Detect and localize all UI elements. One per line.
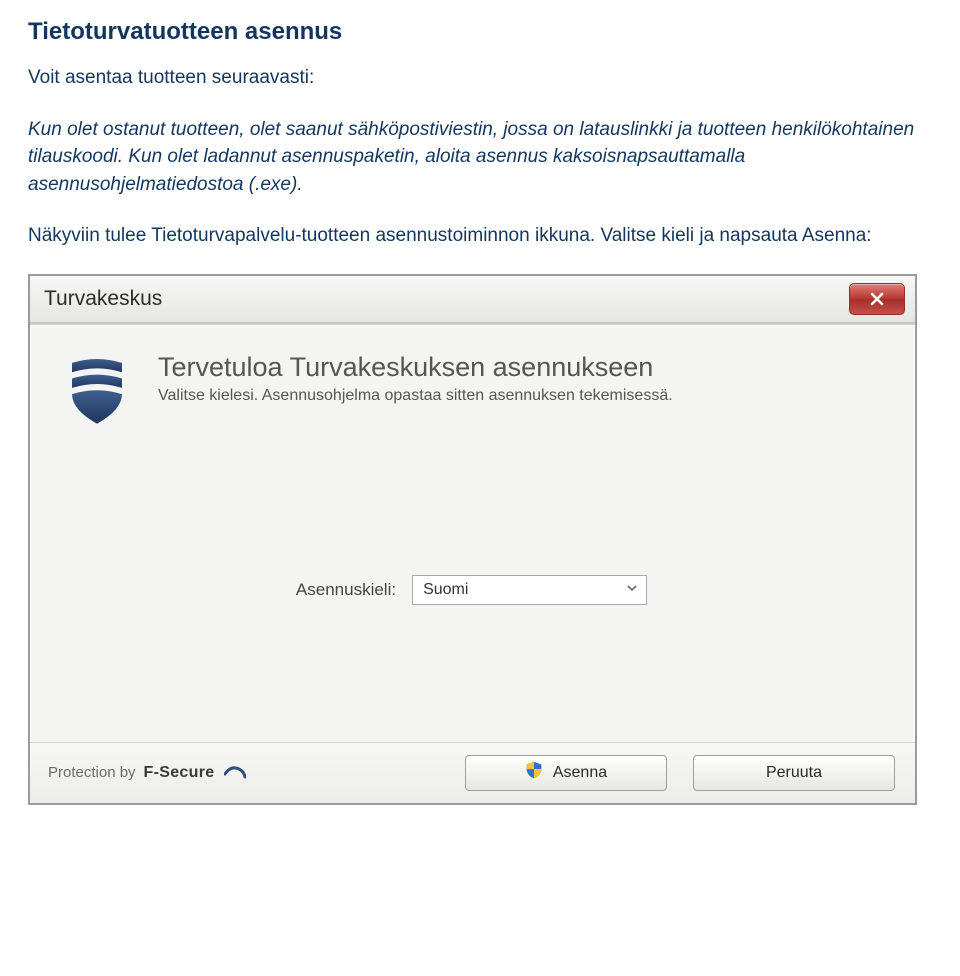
chevron-down-icon <box>626 581 638 599</box>
welcome-title: Tervetuloa Turvakeskuksen asennukseen <box>158 352 673 383</box>
protection-prefix: Protection by <box>48 764 136 781</box>
titlebar: Turvakeskus <box>30 276 915 323</box>
install-button-label: Asenna <box>553 764 607 782</box>
doc-paragraph-2: Näkyviin tulee Tietoturvapalvelu-tuottee… <box>28 222 932 250</box>
installer-body: Tervetuloa Turvakeskuksen asennukseen Va… <box>30 326 915 742</box>
welcome-subtitle: Valitse kielesi. Asennusohjelma opastaa … <box>158 387 673 405</box>
close-button[interactable] <box>849 283 905 315</box>
close-icon <box>868 290 886 308</box>
doc-subheading: Voit asentaa tuotteen seuraavasti: <box>28 64 932 92</box>
protection-by: Protection by F-Secure <box>48 763 246 783</box>
cancel-button-label: Peruuta <box>766 764 822 782</box>
language-select[interactable]: Suomi <box>412 575 647 605</box>
cancel-button[interactable]: Peruuta <box>693 755 895 791</box>
language-value: Suomi <box>423 581 468 599</box>
doc-paragraph-1: Kun olet ostanut tuotteen, olet saanut s… <box>28 116 932 199</box>
shield-icon <box>58 352 136 435</box>
install-button[interactable]: Asenna <box>465 755 667 791</box>
installer-window: Turvakeskus <box>28 274 917 805</box>
uac-shield-icon <box>525 761 543 784</box>
fsecure-brand: F-Secure <box>144 764 215 782</box>
installer-footer: Protection by F-Secure <box>30 742 915 803</box>
language-label: Asennuskieli: <box>296 580 396 600</box>
window-title: Turvakeskus <box>44 287 162 311</box>
fsecure-logo-icon <box>224 763 246 783</box>
doc-heading: Tietoturvatuotteen asennus <box>28 18 932 46</box>
